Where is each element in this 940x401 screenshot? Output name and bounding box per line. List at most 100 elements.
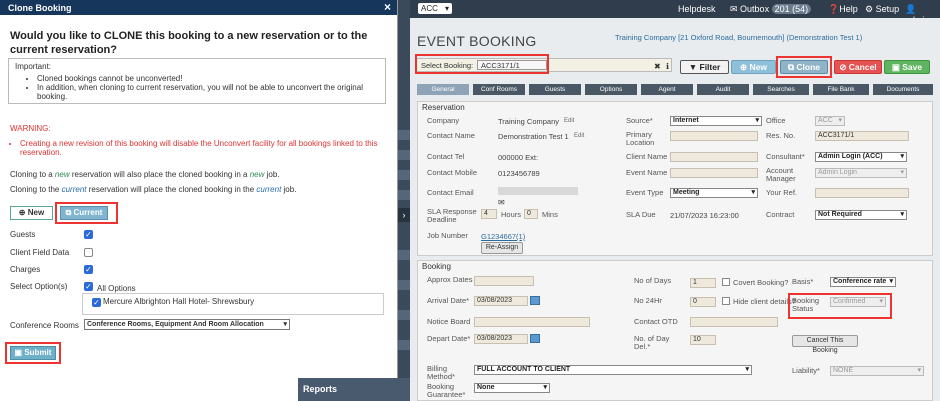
no-24hr-label: No 24Hr	[634, 296, 662, 305]
tab-agent[interactable]: Agent	[641, 84, 693, 95]
help-icon: ❓	[828, 4, 840, 14]
job-number-link[interactable]: G1234667(1)	[481, 232, 525, 241]
no-of-days-input[interactable]: 1	[690, 278, 716, 288]
contact-edit-link[interactable]: Edit	[574, 133, 584, 139]
booking-guarantee-select[interactable]: None	[474, 383, 550, 393]
contact-otd-input[interactable]	[690, 317, 778, 327]
covert-booking-checkbox[interactable]	[722, 278, 730, 286]
hide-client-checkbox[interactable]	[722, 297, 730, 305]
notice-board-label: Notice Board	[427, 317, 471, 326]
basis-select[interactable]: Conference rate	[830, 277, 896, 287]
info-icon[interactable]: ℹ	[666, 62, 669, 71]
important-item: Cloned bookings cannot be unconverted!	[37, 74, 379, 83]
account-manager-select[interactable]: Admin Login	[815, 168, 907, 178]
tab-general[interactable]: General	[417, 84, 469, 95]
reports-menu[interactable]: Reports	[298, 378, 410, 401]
guests-checkbox[interactable]: ✓	[84, 230, 93, 239]
reassign-button[interactable]: Re-Assign	[481, 242, 523, 254]
contact-email-label: Contact Email	[427, 188, 474, 197]
clear-icon[interactable]: ✖	[654, 62, 661, 71]
user-icon: 👤	[905, 4, 917, 14]
helpdesk-link[interactable]: Helpdesk	[678, 4, 716, 14]
booking-guarantee-label: Booking Guarantee*	[427, 382, 466, 399]
contract-select[interactable]: Not Required	[815, 210, 907, 220]
sla-hours-input[interactable]: 4	[481, 209, 497, 219]
strip-band	[398, 340, 410, 350]
res-no-input[interactable]: ACC3171/1	[815, 131, 909, 141]
charges-checkbox[interactable]: ✓	[84, 265, 93, 274]
office-select-field[interactable]: ACC	[815, 116, 845, 126]
setup-link[interactable]: ⚙ Setup	[865, 4, 899, 15]
client-field-checkbox[interactable]	[84, 248, 93, 257]
option-checkbox[interactable]: ✓	[92, 298, 101, 307]
mail-icon[interactable]: ✉	[498, 198, 505, 207]
source-label: Source*	[626, 116, 653, 125]
tab-conf-rooms[interactable]: Conf Rooms	[473, 84, 525, 95]
billing-method-select[interactable]: FULL ACCOUNT TO CLIENT	[474, 365, 752, 375]
all-options-checkbox[interactable]: ✓	[84, 282, 93, 291]
company-link[interactable]: Training Company [21 Oxford Road, Bourne…	[615, 33, 862, 42]
tab-guests[interactable]: Guests	[529, 84, 581, 95]
basis-label: Basis*	[792, 277, 814, 286]
clone-question: Would you like to CLONE this booking to …	[10, 30, 368, 56]
warning-list: Creating a new revision of this booking …	[20, 139, 380, 157]
conference-rooms-select[interactable]: Conference Rooms, Equipment And Room All…	[84, 319, 290, 330]
new-reservation-button[interactable]: ⊕ New	[10, 206, 53, 220]
hours-label: Hours	[501, 210, 522, 219]
conference-rooms-label: Conference Rooms	[10, 321, 79, 330]
outbox-link[interactable]: ✉ Outbox 201 (54)	[730, 4, 812, 15]
page-title: EVENT BOOKING	[417, 33, 537, 49]
day-del-input[interactable]: 10	[690, 335, 716, 345]
highlight-box	[776, 56, 832, 78]
envelope-icon: ✉	[730, 4, 741, 14]
company-edit-link[interactable]: Edit	[564, 118, 574, 124]
mins-label: Mins	[542, 210, 558, 219]
guests-label: Guests	[10, 230, 36, 239]
save-icon: ▣	[891, 62, 903, 72]
strip-band	[398, 310, 410, 320]
tab-audit[interactable]: Audit	[697, 84, 749, 95]
clone-new-note: Cloning to a new reservation will also p…	[10, 170, 280, 179]
your-ref-label: Your Ref.	[766, 188, 797, 197]
source-select[interactable]: Internet	[670, 116, 762, 126]
primary-location-input[interactable]	[670, 131, 758, 141]
consultant-select[interactable]: Admin Login (ACC)	[815, 152, 907, 162]
arrival-date-input[interactable]: 03/08/2023	[474, 296, 528, 306]
sla-due-value: 21/07/2023 16:23:00	[670, 211, 739, 220]
all-options-label: All Options	[97, 284, 136, 293]
event-name-input[interactable]	[670, 168, 758, 178]
sla-mins-input[interactable]: 0	[524, 209, 538, 219]
your-ref-input[interactable]	[815, 188, 909, 198]
office-select[interactable]: ACC	[418, 3, 452, 14]
filter-icon: ▼	[688, 62, 700, 72]
tab-documents[interactable]: Documents	[873, 84, 933, 95]
highlight-box	[55, 202, 118, 224]
filter-button[interactable]: ▼ Filter	[680, 60, 729, 74]
calendar-icon[interactable]	[530, 334, 540, 343]
tab-options[interactable]: Options	[585, 84, 637, 95]
liability-select[interactable]: NONE	[830, 366, 924, 376]
new-button[interactable]: ⊕ New	[731, 60, 776, 74]
strip-band	[398, 190, 410, 200]
help-link[interactable]: ❓Help	[828, 4, 858, 15]
booking-tabs: General Conf Rooms Guests Options Agent …	[417, 84, 933, 95]
client-name-input[interactable]	[670, 152, 758, 162]
gear-icon: ⚙	[865, 4, 876, 14]
notice-board-input[interactable]	[474, 317, 590, 327]
expand-arrow-icon[interactable]: ›	[398, 208, 410, 222]
approx-dates-input[interactable]	[474, 276, 534, 286]
cancel-booking-button[interactable]: Cancel This Booking	[792, 335, 858, 354]
tab-file-bank[interactable]: File Bank	[813, 84, 869, 95]
event-type-select[interactable]: Meeting	[670, 188, 758, 198]
no-24hr-input[interactable]: 0	[690, 297, 716, 307]
cancel-button[interactable]: ⊘ Cancel	[834, 60, 882, 74]
hide-client-label: Hide client details?	[733, 297, 796, 306]
depart-date-input[interactable]: 03/08/2023	[474, 334, 528, 344]
option-item-label: Mercure Albrighton Hall Hotel- Shrewsbur…	[103, 297, 255, 306]
strip-band	[398, 280, 410, 290]
client-name-label: Client Name	[626, 152, 668, 161]
tab-searches[interactable]: Searches	[753, 84, 809, 95]
save-button[interactable]: ▣ Save	[884, 60, 930, 74]
close-icon[interactable]: ×	[384, 1, 391, 14]
calendar-icon[interactable]	[530, 296, 540, 305]
